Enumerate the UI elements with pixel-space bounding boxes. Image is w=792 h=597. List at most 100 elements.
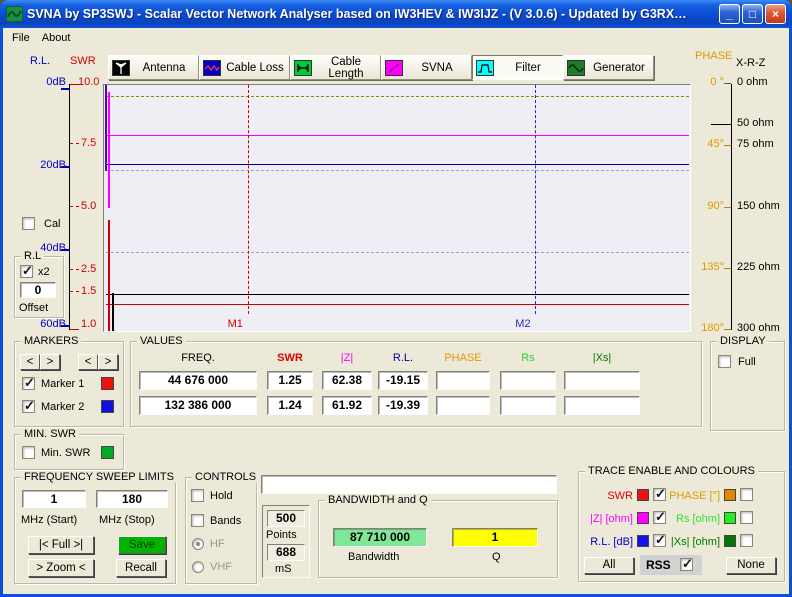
- bands-checkbox[interactable]: [191, 514, 204, 527]
- marker1-label: Marker 1: [41, 378, 84, 390]
- full-sweep-button[interactable]: |< Full >|: [28, 536, 94, 554]
- trace-rl-label: R.L. [dB]: [578, 536, 633, 548]
- antenna-icon: [112, 60, 130, 76]
- marker2-color-swatch: [101, 400, 114, 413]
- phase-tick: [724, 83, 731, 84]
- marker2-label: Marker 2: [41, 401, 84, 413]
- marker1-next-button[interactable]: >: [40, 354, 60, 370]
- bandpass-icon: [476, 60, 494, 76]
- hold-checkbox[interactable]: [191, 489, 204, 502]
- chart-plot[interactable]: M1 M2: [103, 84, 691, 332]
- toolbar-button-antenna[interactable]: Antenna: [108, 55, 199, 80]
- freq-stop-input[interactable]: 180: [96, 490, 168, 508]
- swr-tick-label: 10.0: [78, 76, 99, 88]
- marker-label-m1: M1: [228, 318, 243, 330]
- min-swr-label: Min. SWR: [41, 447, 91, 459]
- rss-checkbox[interactable]: [680, 558, 693, 571]
- left-axis-rl-title: R.L.: [30, 55, 50, 67]
- swr-tick: [70, 291, 79, 292]
- swr-tick: [70, 143, 79, 144]
- marker-line-m1[interactable]: [248, 85, 249, 314]
- x2-checkbox[interactable]: [20, 265, 33, 278]
- min-swr-checkbox[interactable]: [22, 446, 35, 459]
- menu-about[interactable]: About: [36, 30, 77, 46]
- marker-line-m2[interactable]: [535, 85, 536, 314]
- cal-checkbox[interactable]: [22, 217, 35, 230]
- maximize-button[interactable]: □: [742, 4, 763, 24]
- trace-z-label: |Z| [ohm]: [578, 513, 633, 525]
- right-axis-line: [731, 84, 732, 330]
- toolbar-label: Generator: [585, 62, 653, 74]
- z-trace: [106, 135, 689, 136]
- freq-start-input[interactable]: 1: [22, 490, 86, 508]
- rss-label: RSS: [646, 558, 671, 572]
- title-bar[interactable]: SVNA by SP3SWJ - Scalar Vector Network A…: [0, 0, 792, 28]
- trace-phase-checkbox[interactable]: [740, 488, 753, 501]
- marker1-prev-button[interactable]: <: [20, 354, 40, 370]
- display-full-label: Full: [738, 356, 756, 368]
- ohm-tick: [711, 124, 731, 125]
- trace-rl-swatch: [637, 535, 649, 547]
- toolbar-button-cable-length[interactable]: Cable Length: [290, 55, 381, 80]
- toolbar-label: Cable Loss: [221, 62, 289, 74]
- swr-trace: [106, 304, 689, 305]
- values-header-rs: Rs: [488, 352, 568, 364]
- bandwidth-value: 87 710 000: [333, 528, 427, 547]
- ohm-tick-label: 50 ohm: [737, 117, 774, 129]
- ohm-tick-label: 300 ohm: [737, 322, 780, 334]
- toolbar-button-svna[interactable]: SVNA: [381, 55, 472, 80]
- freq-start-label: MHz (Start): [21, 514, 77, 526]
- display-full-checkbox[interactable]: [718, 355, 731, 368]
- values-header-freq: FREQ.: [158, 352, 238, 364]
- sine-wave-icon: [567, 60, 585, 76]
- marker-label-m2: M2: [515, 318, 530, 330]
- app-window: SVNA by SP3SWJ - Scalar Vector Network A…: [0, 0, 792, 597]
- value-swr-2: 1.24: [267, 396, 313, 415]
- cable-wave-icon: [203, 60, 221, 76]
- toolbar-button-filter[interactable]: Filter: [472, 55, 563, 80]
- save-button[interactable]: Save: [118, 536, 166, 554]
- trace-swr-checkbox[interactable]: [653, 488, 666, 501]
- trace-rs-checkbox[interactable]: [740, 511, 753, 524]
- marker1-checkbox[interactable]: [22, 377, 35, 390]
- marker2-prev-button[interactable]: <: [78, 354, 98, 370]
- bandwidth-label: Bandwidth: [348, 551, 399, 563]
- min-swr-color-swatch: [101, 446, 114, 459]
- swr-tick: [70, 206, 79, 207]
- trace-z-checkbox[interactable]: [653, 511, 666, 524]
- ms-label: mS: [275, 563, 292, 575]
- x-trace: [106, 294, 689, 295]
- window-title: SVNA by SP3SWJ - Scalar Vector Network A…: [27, 7, 717, 21]
- recall-button[interactable]: Recall: [116, 559, 166, 577]
- trace-xs-checkbox[interactable]: [740, 534, 753, 547]
- rl-tick: [61, 88, 69, 90]
- ms-value: 688: [267, 544, 305, 561]
- trace-none-button[interactable]: None: [726, 557, 776, 574]
- vhf-radio[interactable]: [192, 561, 204, 573]
- command-input[interactable]: [261, 475, 557, 494]
- hf-radio[interactable]: [192, 538, 204, 550]
- value-freq-1: 44 676 000: [139, 371, 257, 390]
- trace-all-button[interactable]: All: [584, 557, 634, 574]
- value-rs-2: [500, 396, 556, 415]
- close-button[interactable]: ×: [765, 4, 786, 24]
- phase-tick: [724, 145, 731, 146]
- toolbar-button-cable-loss[interactable]: Cable Loss: [199, 55, 290, 80]
- trace-swr-swatch: [637, 489, 649, 501]
- zoom-button[interactable]: > Zoom <: [28, 559, 94, 577]
- toolbar-label: Cable Length: [312, 56, 380, 80]
- marker2-checkbox[interactable]: [22, 400, 35, 413]
- offset-label: Offset: [19, 302, 48, 314]
- marker2-next-button[interactable]: >: [98, 354, 118, 370]
- ohm-tick-label: 150 ohm: [737, 200, 780, 212]
- menu-file[interactable]: File: [6, 30, 36, 46]
- offset-input[interactable]: 0: [20, 282, 56, 298]
- rl-tick-label: 0dB: [40, 76, 66, 88]
- minimize-button[interactable]: _: [719, 4, 740, 24]
- right-axis-xrz-title: X-R-Z: [736, 57, 765, 69]
- trace-enable-group-title: TRACE ENABLE AND COLOURS: [585, 465, 758, 477]
- rl-tick-label: 60dB: [33, 318, 66, 330]
- cal-label: Cal: [44, 218, 61, 230]
- value-phase-2: [436, 396, 490, 415]
- toolbar-button-generator[interactable]: Generator: [563, 55, 654, 80]
